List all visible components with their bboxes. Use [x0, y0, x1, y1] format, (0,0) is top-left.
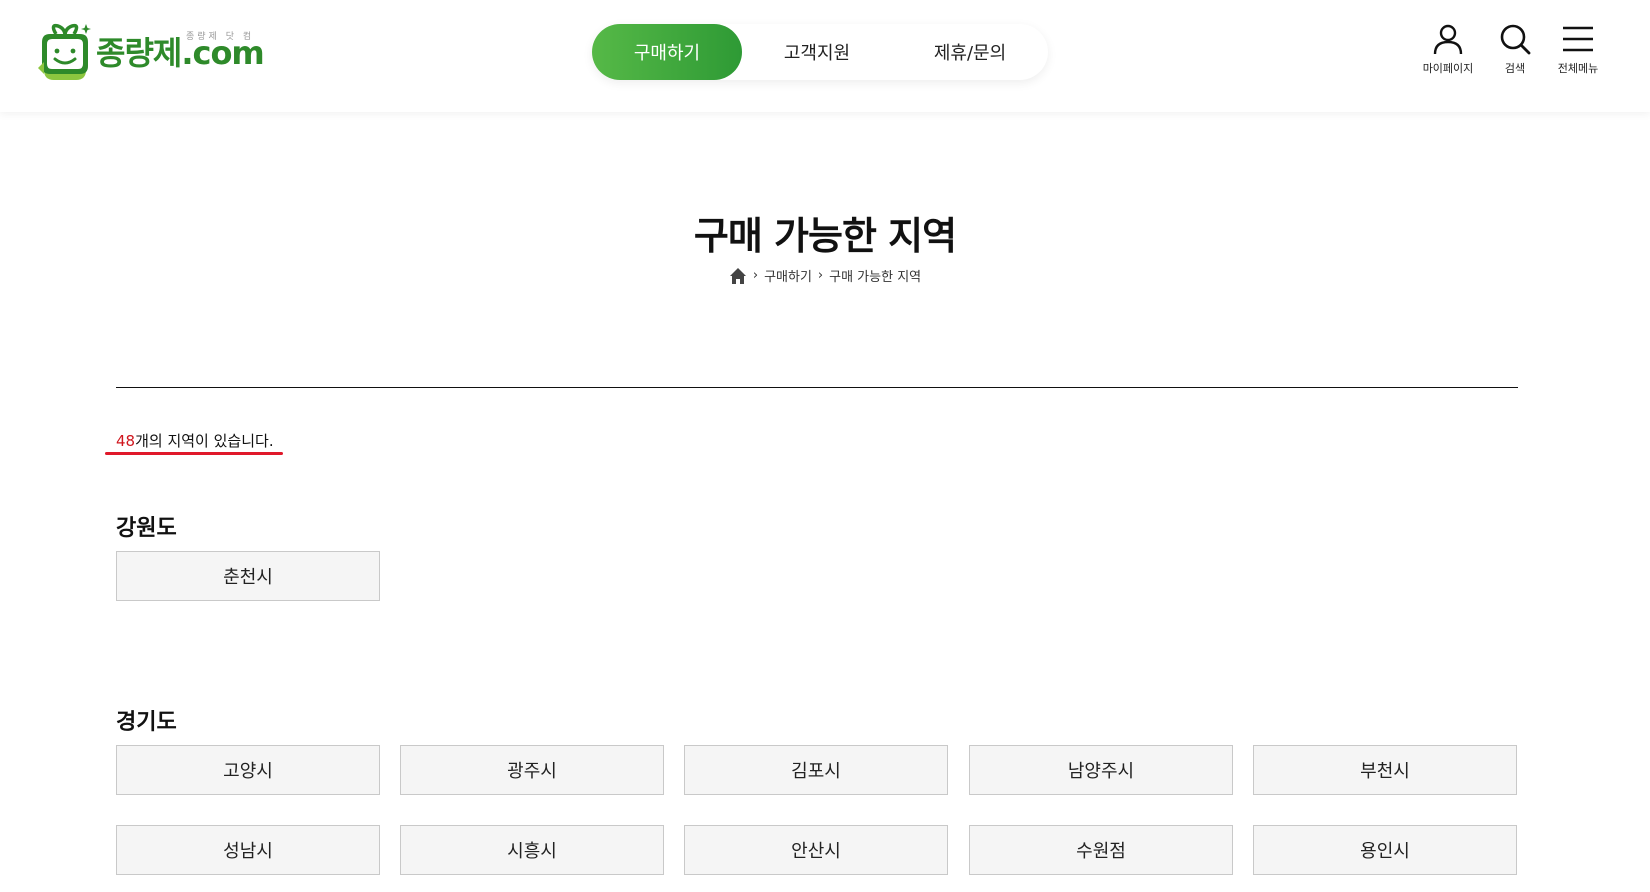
count-underline: [105, 452, 283, 455]
home-icon[interactable]: [729, 267, 747, 285]
region-count-text: 개의 지역이 있습니다.: [135, 432, 274, 450]
logo-subtitle: 종량제 닷 컴: [186, 32, 255, 42]
search-icon: [1500, 24, 1531, 55]
chevron-right-icon: ›: [752, 268, 759, 283]
city-button[interactable]: 김포시: [684, 745, 948, 795]
chevron-right-icon: ›: [817, 268, 824, 283]
nav-item-support[interactable]: 고객지원: [742, 24, 892, 80]
logo-text-wrap: 종량제 닷 컴 종량제.com: [96, 32, 265, 73]
search-label: 검색: [1504, 62, 1526, 75]
mypage-label: 마이페이지: [1422, 62, 1474, 75]
main-nav: 구매하기 고객지원 제휴/문의: [592, 24, 1048, 80]
breadcrumb-current[interactable]: 구매 가능한 지역: [829, 266, 921, 285]
user-icon: [1433, 24, 1463, 55]
city-button[interactable]: 광주시: [400, 745, 664, 795]
nav-item-partnership[interactable]: 제휴/문의: [892, 24, 1048, 80]
breadcrumb: › 구매하기 › 구매 가능한 지역: [0, 266, 1650, 285]
region-title-gangwon: 강원도: [116, 516, 177, 541]
mypage-button[interactable]: 마이페이지: [1418, 22, 1478, 76]
logo-mark-icon: [36, 22, 92, 84]
full-menu-label: 전체메뉴: [1557, 62, 1599, 75]
city-button[interactable]: 시흥시: [400, 825, 664, 875]
city-button[interactable]: 용인시: [1253, 825, 1517, 875]
city-button[interactable]: 고양시: [116, 745, 380, 795]
city-button[interactable]: 성남시: [116, 825, 380, 875]
city-button[interactable]: 수원점: [969, 825, 1233, 875]
page-title: 구매 가능한 지역: [693, 214, 957, 258]
nav-item-purchase[interactable]: 구매하기: [592, 24, 742, 80]
city-button[interactable]: 부천시: [1253, 745, 1517, 795]
full-menu-button[interactable]: 전체메뉴: [1548, 22, 1608, 76]
region-count-number: 48: [116, 432, 136, 450]
city-button[interactable]: 남양주시: [969, 745, 1233, 795]
site-logo[interactable]: 종량제 닷 컴 종량제.com: [36, 22, 265, 84]
site-header: 종량제 닷 컴 종량제.com 구매하기 고객지원 제휴/문의 마이페이지 검색…: [0, 0, 1650, 112]
region-title-gyeonggi: 경기도: [116, 710, 177, 735]
breadcrumb-purchase[interactable]: 구매하기: [764, 266, 812, 285]
region-count: 48개의 지역이 있습니다.: [116, 430, 274, 451]
city-button[interactable]: 안산시: [684, 825, 948, 875]
city-button[interactable]: 춘천시: [116, 551, 380, 601]
search-button[interactable]: 검색: [1490, 22, 1540, 76]
section-divider: [116, 387, 1518, 388]
hamburger-icon: [1563, 26, 1593, 52]
